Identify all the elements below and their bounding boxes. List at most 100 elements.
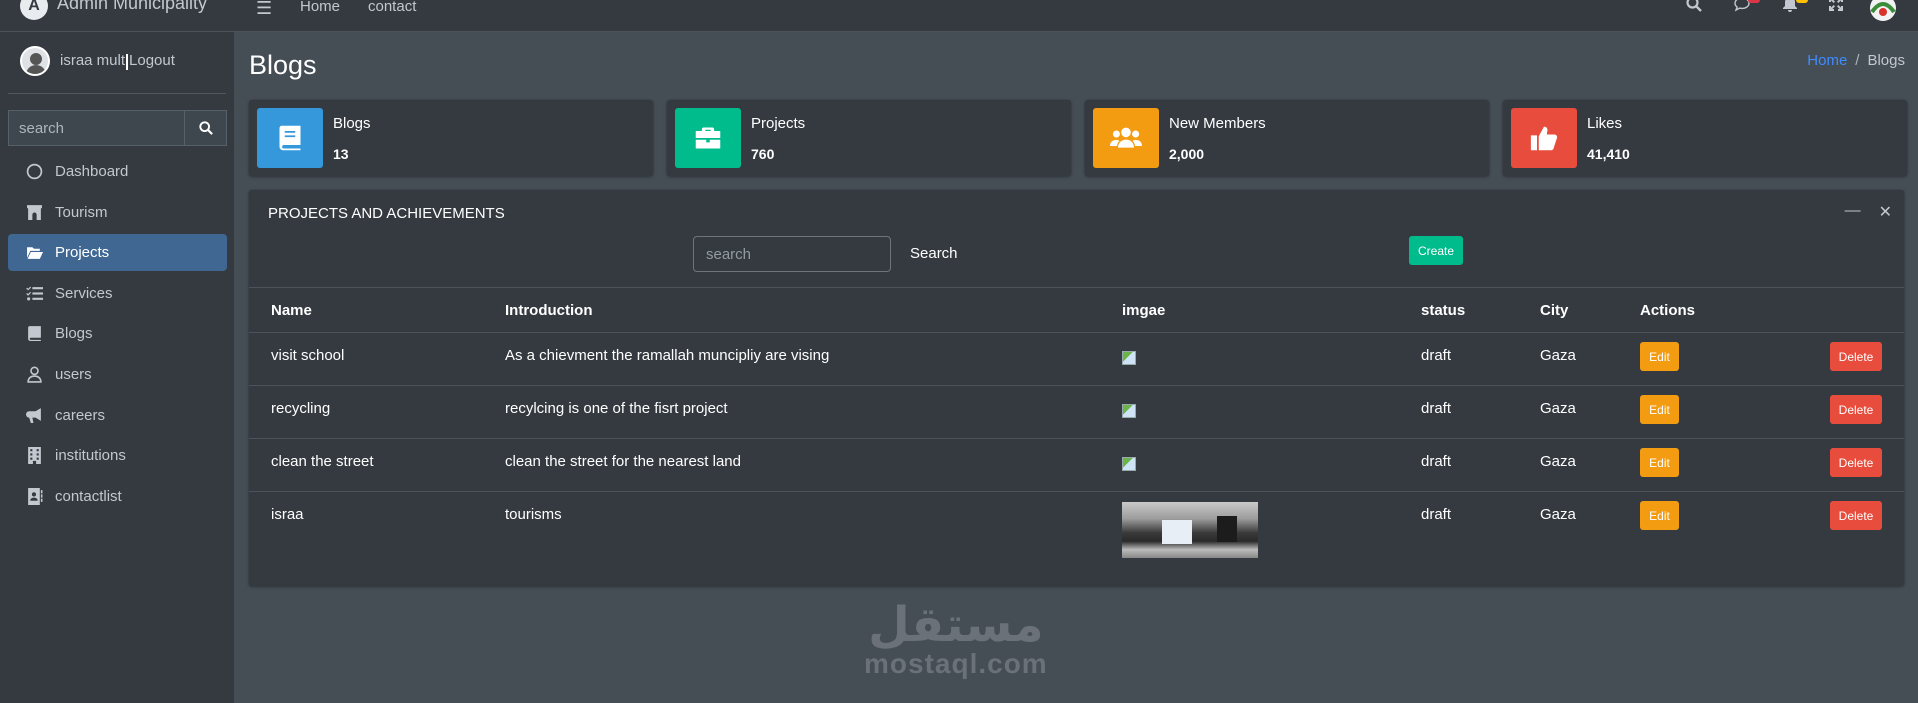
cell-status: draft (1399, 385, 1518, 439)
search-icon[interactable] (1686, 0, 1708, 16)
book-icon (257, 108, 323, 168)
nav-contact-link[interactable]: contact (368, 0, 416, 15)
cell-status: draft (1399, 491, 1518, 570)
column-header-status[interactable]: status (1399, 287, 1518, 333)
cell-status: draft (1399, 438, 1518, 492)
cell-image (1100, 332, 1399, 386)
book-icon (25, 325, 43, 343)
stat-value: 760 (751, 145, 775, 162)
nav-home-link[interactable]: Home (300, 0, 340, 15)
bullhorn-icon (25, 406, 43, 424)
folder-open-icon (25, 244, 43, 262)
projects-table: Name Introduction imgae status City Acti… (249, 287, 1904, 570)
sidebar-item-label: Tourism (55, 203, 108, 221)
sidebar-item-label: Projects (55, 244, 110, 262)
circle-icon (25, 163, 43, 181)
messages-badge: 3 (1748, 0, 1760, 3)
logout-link[interactable]: Logout (129, 52, 175, 69)
projects-search-button[interactable]: Search (910, 245, 958, 262)
cell-image (1100, 438, 1399, 492)
table-header-row: Name Introduction imgae status City Acti… (249, 287, 1904, 333)
tasks-icon (25, 284, 43, 302)
user-icon (25, 365, 43, 383)
brand-logo: A (20, 0, 48, 20)
sidebar-item-projects[interactable]: Projects (8, 234, 227, 272)
table-row: recycling recylcing is one of the fisrt … (249, 385, 1904, 439)
create-button[interactable]: Create (1409, 236, 1464, 265)
sidebar: A Admin Municipality israa multLogout Da… (0, 0, 234, 703)
cell-introduction: clean the street for the nearest land (483, 438, 1100, 492)
delete-button[interactable]: Delete (1830, 501, 1882, 530)
delete-button[interactable]: Delete (1830, 342, 1882, 371)
sidebar-item-label: Blogs (55, 325, 93, 343)
brand[interactable]: A Admin Municipality (0, 0, 234, 32)
user-menu-avatar[interactable] (1868, 0, 1898, 22)
delete-button[interactable]: Delete (1830, 395, 1882, 424)
sidebar-item-label: users (55, 365, 92, 383)
stat-card-blogs: Blogs 13 (249, 100, 653, 176)
address-book-icon (25, 487, 43, 505)
broken-image-icon (1122, 351, 1136, 365)
sidebar-item-institutions[interactable]: institutions (8, 437, 227, 474)
card-title: PROJECTS AND ACHIEVEMENTS (268, 205, 505, 222)
edit-button[interactable]: Edit (1640, 448, 1679, 477)
building-icon (25, 447, 43, 465)
search-icon (198, 121, 213, 135)
column-header-image[interactable]: imgae (1100, 287, 1399, 333)
comments-icon[interactable]: 3 (1734, 0, 1760, 16)
sidebar-search-input[interactable] (8, 110, 184, 146)
brand-text: Admin Municipality (57, 0, 208, 13)
main-content: Blogs Home / Blogs Blogs 13 Projects 760 N… (234, 32, 1918, 703)
cell-city: Gaza (1518, 332, 1618, 386)
watermark-latin: mostaql.com (864, 648, 1048, 679)
projects-search-input[interactable] (693, 236, 891, 272)
user-name[interactable]: israa mult (60, 52, 125, 69)
column-header-name[interactable]: Name (249, 287, 483, 333)
sidebar-item-tourism[interactable]: Tourism (8, 194, 227, 231)
edit-button[interactable]: Edit (1640, 395, 1679, 424)
minimize-icon[interactable]: — (1845, 202, 1861, 222)
column-header-city[interactable]: City (1518, 287, 1618, 333)
breadcrumb-home[interactable]: Home (1807, 52, 1847, 69)
cell-name: visit school (249, 332, 483, 386)
sidebar-item-label: careers (55, 406, 106, 424)
topbar: ☰ Home contact 3 (234, 0, 1918, 32)
breadcrumb: Home / Blogs (1807, 52, 1905, 69)
table-row: visit school As a chievment the ramallah… (249, 332, 1904, 386)
cell-city: Gaza (1518, 438, 1618, 492)
column-header-actions[interactable]: Actions (1618, 287, 1904, 333)
breadcrumb-separator: / (1855, 52, 1860, 69)
edit-button[interactable]: Edit (1640, 501, 1679, 530)
expand-icon[interactable] (1828, 0, 1850, 16)
edit-button[interactable]: Edit (1640, 342, 1679, 371)
project-photo (1122, 502, 1258, 558)
sidebar-search-button[interactable] (184, 110, 227, 146)
breadcrumb-current: Blogs (1867, 52, 1905, 69)
sidebar-item-careers[interactable]: careers (8, 397, 227, 434)
cell-introduction: As a chievment the ramallah muncipliy ar… (483, 332, 1100, 386)
broken-image-icon (1122, 457, 1136, 471)
bell-icon[interactable] (1782, 0, 1808, 16)
sidebar-item-blogs[interactable]: Blogs (8, 315, 227, 352)
cell-introduction: tourisms (483, 491, 1100, 570)
archway-icon (25, 203, 43, 221)
cell-status: draft (1399, 332, 1518, 386)
hamburger-menu-icon[interactable]: ☰ (256, 0, 272, 19)
sidebar-item-users[interactable]: users (8, 356, 227, 393)
briefcase-icon (675, 108, 741, 168)
watermark: مستقل mostaql.com (864, 600, 1048, 680)
delete-button[interactable]: Delete (1830, 448, 1882, 477)
column-header-introduction[interactable]: Introduction (483, 287, 1100, 333)
sidebar-item-services[interactable]: Services (8, 275, 227, 312)
sidebar-item-dashboard[interactable]: Dashboard (8, 153, 227, 190)
close-icon[interactable]: ✕ (1879, 202, 1892, 222)
avatar[interactable] (20, 46, 50, 76)
user-panel: israa mult Logout (20, 46, 175, 76)
user-info: israa mult Logout (60, 52, 175, 70)
stat-label: Blogs (333, 114, 371, 132)
cell-city: Gaza (1518, 385, 1618, 439)
cell-introduction: recylcing is one of the fisrt project (483, 385, 1100, 439)
stat-label: New Members (1169, 114, 1266, 132)
sidebar-item-contactlist[interactable]: contactlist (8, 478, 227, 515)
table-row: israa tourisms draft Gaza Edit Delete (249, 491, 1904, 570)
